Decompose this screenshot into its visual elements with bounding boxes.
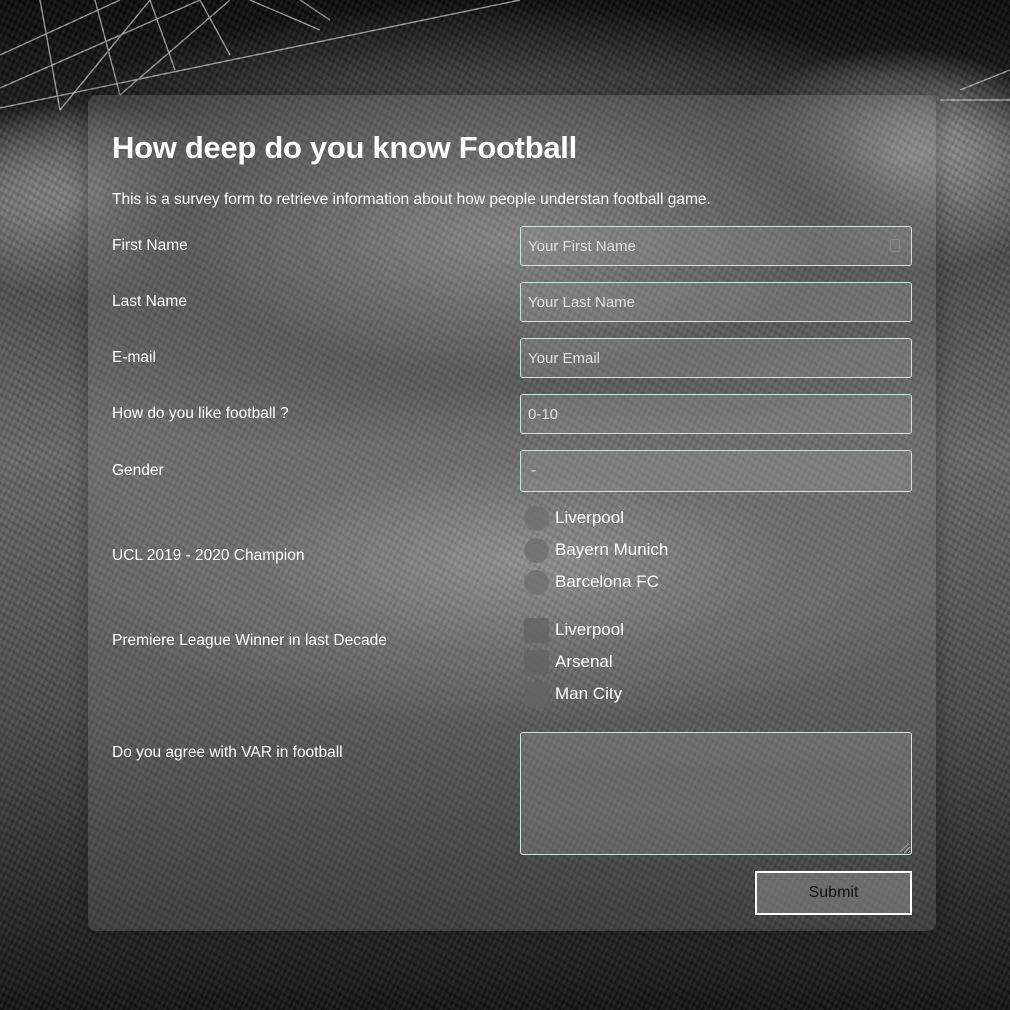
checkbox[interactable]: [524, 681, 549, 707]
last-name-input[interactable]: [520, 282, 912, 322]
checkbox[interactable]: [524, 617, 549, 643]
form-description: This is a survey form to retrieve inform…: [112, 191, 711, 208]
option-label: Liverpool: [555, 508, 624, 527]
autofill-icon[interactable]: [890, 239, 900, 252]
gender-label: Gender: [112, 462, 164, 479]
last-name-label: Last Name: [112, 293, 187, 310]
var-textarea[interactable]: [520, 732, 912, 855]
option-label: Arsenal: [555, 652, 613, 671]
var-label: Do you agree with VAR in football: [112, 744, 343, 761]
radio-button[interactable]: [524, 505, 549, 531]
submit-button[interactable]: Submit: [755, 871, 912, 915]
pl-option-arsenal[interactable]: Arsenal: [524, 649, 613, 675]
first-name-label: First Name: [112, 237, 188, 254]
ucl-option-barcelona-fc[interactable]: Barcelona FC: [524, 569, 659, 595]
option-label: Barcelona FC: [555, 572, 659, 591]
pl-option-liverpool[interactable]: Liverpool: [524, 617, 624, 643]
option-label: Bayern Munich: [555, 540, 669, 559]
page-background: How deep do you know Football This is a …: [0, 0, 1010, 1010]
radio-button[interactable]: [524, 569, 549, 595]
email-label: E-mail: [112, 349, 156, 366]
ucl-option-bayern-munich[interactable]: Bayern Munich: [524, 537, 668, 563]
ucl-label: UCL 2019 - 2020 Champion: [112, 547, 305, 564]
email-input[interactable]: [520, 338, 912, 378]
pl-option-man-city[interactable]: Man City: [524, 681, 622, 707]
first-name-input[interactable]: [520, 226, 912, 266]
page-title: How deep do you know Football: [112, 130, 577, 165]
ucl-option-liverpool[interactable]: Liverpool: [524, 505, 624, 531]
rating-input[interactable]: [520, 394, 912, 434]
radio-button[interactable]: [524, 537, 549, 563]
rating-label: How do you like football ?: [112, 405, 289, 422]
option-label: Man City: [555, 684, 623, 703]
premier-league-label: Premiere League Winner in last Decade: [112, 632, 387, 649]
option-label: Liverpool: [555, 620, 624, 639]
resize-handle-icon[interactable]: [900, 843, 909, 852]
checkbox[interactable]: [524, 649, 549, 675]
gender-select[interactable]: -: [520, 450, 912, 492]
